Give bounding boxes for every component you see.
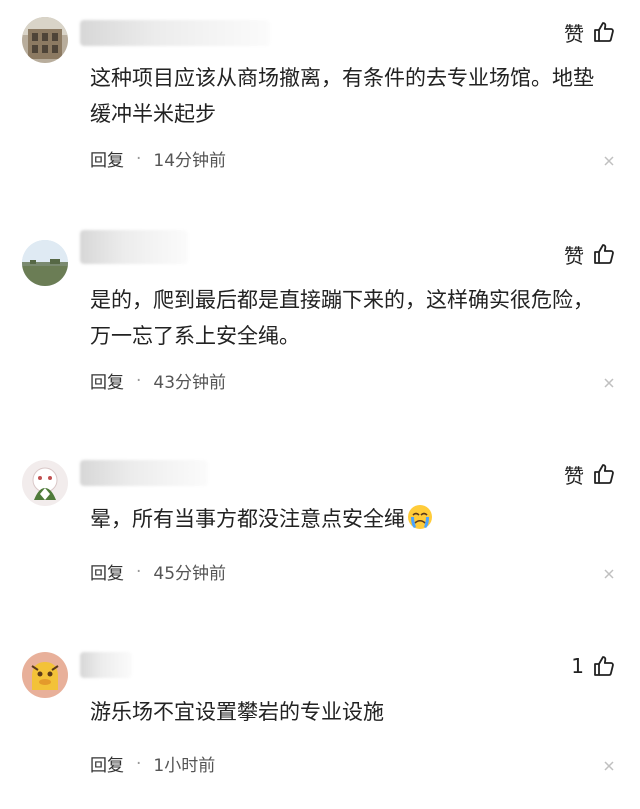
separator-dot: · xyxy=(136,370,142,391)
comment-text-content: 晕，所有当事方都没注意点安全绳 xyxy=(90,507,405,531)
like-label: 赞 xyxy=(564,243,584,268)
comment-meta: 回复 · 1小时前 xyxy=(90,751,216,777)
avatar[interactable] xyxy=(22,240,68,286)
like-button[interactable]: 赞 xyxy=(564,460,616,488)
like-button[interactable]: 赞 xyxy=(564,240,616,268)
thumbs-up-icon xyxy=(592,20,616,44)
close-icon[interactable] xyxy=(602,759,616,773)
separator-dot: · xyxy=(136,753,142,774)
avatar[interactable] xyxy=(22,17,68,63)
thumbs-up-icon xyxy=(592,242,616,266)
separator-dot: · xyxy=(136,561,142,582)
thumbs-up-icon xyxy=(592,654,616,678)
username-blurred[interactable] xyxy=(80,230,188,264)
crying-face-emoji xyxy=(407,504,433,541)
comment-meta: 回复 · 45分钟前 xyxy=(90,559,227,585)
comment-text: 是的，爬到最后都是直接蹦下来的，这样确实很危险，万一忘了系上安全绳。 xyxy=(90,288,594,348)
like-button[interactable]: 1 xyxy=(571,652,616,680)
avatar[interactable] xyxy=(22,460,68,506)
like-button[interactable]: 赞 xyxy=(564,18,616,46)
timestamp: 1小时前 xyxy=(153,756,216,776)
comment-text: 这种项目应该从商场撤离，有条件的去专业场馆。地垫缓冲半米起步 xyxy=(90,66,594,126)
timestamp: 45分钟前 xyxy=(153,564,227,584)
username-blurred[interactable] xyxy=(80,652,132,678)
comment-meta: 回复 · 43分钟前 xyxy=(90,368,227,394)
username-blurred[interactable] xyxy=(80,460,208,486)
close-icon[interactable] xyxy=(602,376,616,390)
comment-meta: 回复 · 14分钟前 xyxy=(90,146,227,172)
reply-button[interactable]: 回复 xyxy=(90,751,124,776)
timestamp: 14分钟前 xyxy=(153,151,227,171)
close-icon[interactable] xyxy=(602,567,616,581)
close-icon[interactable] xyxy=(602,154,616,168)
avatar[interactable] xyxy=(22,652,68,698)
timestamp: 43分钟前 xyxy=(153,373,227,393)
comment-text: 游乐场不宜设置攀岩的专业设施 xyxy=(90,700,384,724)
username-blurred[interactable] xyxy=(80,20,270,46)
like-label: 赞 xyxy=(564,463,584,488)
comment-text: 晕，所有当事方都没注意点安全绳 xyxy=(90,501,610,541)
reply-button[interactable]: 回复 xyxy=(90,368,124,393)
thumbs-up-icon xyxy=(592,462,616,486)
reply-button[interactable]: 回复 xyxy=(90,146,124,171)
reply-button[interactable]: 回复 xyxy=(90,559,124,584)
separator-dot: · xyxy=(136,148,142,169)
like-label: 赞 xyxy=(564,21,584,46)
like-count: 1 xyxy=(571,654,584,678)
